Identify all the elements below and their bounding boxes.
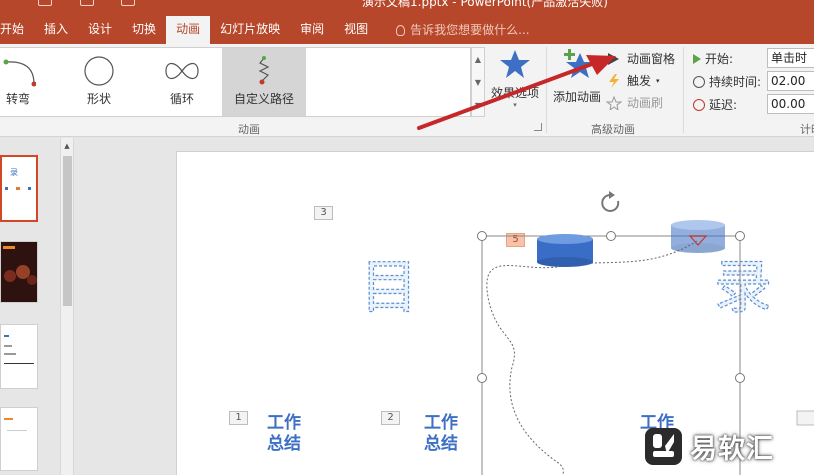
resize-handle[interactable]: [477, 231, 487, 241]
gallery-label: 循环: [169, 92, 194, 106]
tab-slideshow[interactable]: 幻灯片放映: [210, 16, 290, 44]
redo-icon[interactable]: [38, 0, 52, 6]
dialog-launcher-icon[interactable]: [534, 123, 542, 131]
tab-view[interactable]: 视图: [334, 16, 378, 44]
resize-handle[interactable]: [477, 373, 487, 383]
gallery-item-custom-path[interactable]: 自定义路径: [222, 48, 306, 116]
loop-path-icon: [165, 62, 199, 80]
tab-transitions[interactable]: 切换: [122, 16, 166, 44]
duration-input[interactable]: 02.00: [767, 71, 814, 91]
gallery-label: 转弯: [5, 92, 30, 106]
gallery-item-loop[interactable]: 循环: [142, 48, 222, 116]
start-select[interactable]: 单击时: [767, 48, 814, 68]
thumbnail-preview: [4, 335, 34, 364]
watermark: 易软汇: [645, 426, 774, 466]
scrollbar-thumb[interactable]: [63, 156, 72, 306]
custom-path-icon: [258, 56, 270, 85]
resize-handle[interactable]: [735, 231, 745, 241]
cylinder-shape[interactable]: [537, 234, 593, 267]
add-animation-button[interactable]: 添加动画: [551, 48, 603, 105]
window-title: 演示文稿1.pptx - PowerPoint(产品激活失败): [362, 0, 608, 9]
trigger-label: 触发: [627, 74, 652, 88]
gallery-item-turn[interactable]: 转弯: [0, 48, 58, 116]
star-icon: [500, 50, 530, 78]
gallery-item-shape[interactable]: 形状: [59, 48, 139, 116]
delay-row: 延迟:: [693, 96, 737, 113]
animation-painter-icon: [606, 95, 622, 110]
lightning-icon: [609, 73, 619, 88]
animation-painter-label: 动画刷: [627, 96, 664, 110]
thumbnail-preview: [4, 418, 27, 431]
animation-pane-icon: [608, 52, 619, 65]
scroll-up-icon[interactable]: ▲: [61, 142, 73, 150]
watermark-text: 易软汇: [690, 433, 774, 465]
animation-painter-button[interactable]: 动画刷: [606, 94, 663, 111]
tab-home[interactable]: 开始: [0, 16, 34, 44]
group-label-animation: 动画: [238, 123, 260, 136]
title-left-char[interactable]: 目: [359, 252, 418, 321]
tab-animations[interactable]: 动画: [166, 16, 211, 44]
group-divider: [683, 47, 684, 133]
group-divider: [546, 47, 547, 133]
title-bar: 演示文稿1.pptx - PowerPoint(产品激活失败) 开始 插入 设计…: [0, 0, 814, 44]
duration-label: 持续时间:: [709, 75, 762, 89]
trigger-button[interactable]: 触发 ▾: [606, 72, 660, 89]
play-icon: [693, 53, 701, 64]
chevron-down-icon: ▾: [656, 76, 660, 85]
slide-thumbnail-2[interactable]: [0, 241, 38, 303]
duration-row: 持续时间:: [693, 73, 761, 90]
add-animation-label: 添加动画: [552, 90, 601, 104]
tab-review[interactable]: 审阅: [290, 16, 334, 44]
gallery-label: 形状: [86, 92, 111, 106]
slide-thumbnail-pane: 录: [0, 138, 60, 475]
print-preview-icon[interactable]: [121, 0, 135, 6]
add-star-icon: [564, 49, 594, 78]
delay-clock-icon: [693, 98, 705, 111]
slide-thumbnail-1[interactable]: 录: [0, 155, 38, 222]
gallery-label: 自定义路径: [233, 92, 294, 106]
thumbnail-scrollbar[interactable]: ▲: [60, 138, 74, 475]
svg-text:录: 录: [10, 168, 18, 177]
scroll-up-icon[interactable]: ▲: [472, 48, 484, 71]
lightbulb-icon: [396, 24, 406, 36]
animation-gallery: 转弯 形状 循环 自定义路径: [0, 47, 471, 117]
chevron-down-icon: ▾: [513, 101, 517, 109]
start-row: 开始:: [693, 50, 733, 67]
delay-label: 延迟:: [709, 98, 738, 112]
item-text-1[interactable]: 工作总结: [267, 412, 301, 454]
expand-gallery-icon[interactable]: ▼: [472, 94, 484, 117]
gallery-scrollbar[interactable]: ▲ ▼ ▼: [471, 47, 485, 117]
group-label-advanced: 高级动画: [591, 123, 635, 136]
delay-input[interactable]: 00.00: [767, 94, 814, 114]
tell-me-placeholder: 告诉我您想要做什么...: [410, 22, 530, 37]
thumbnail-preview: 录: [5, 168, 31, 190]
title-right-char[interactable]: 录: [713, 252, 772, 321]
slide-thumbnail-3[interactable]: [0, 324, 38, 389]
resize-handle[interactable]: [606, 231, 616, 241]
tell-me-box[interactable]: 告诉我您想要做什么...: [378, 16, 530, 44]
tab-design[interactable]: 设计: [78, 16, 122, 44]
scroll-down-icon[interactable]: ▼: [472, 71, 484, 94]
animation-pane-label: 动画窗格: [627, 52, 676, 66]
tab-insert[interactable]: 插入: [34, 16, 78, 44]
shape-path-icon: [84, 56, 114, 86]
rotate-handle-icon[interactable]: [601, 191, 620, 212]
effect-options-label: 效果选项: [490, 86, 539, 100]
ribbon-tabs: 开始 插入 设计 切换 动画 幻灯片放映 审阅 视图 告诉我您想要做什么...: [0, 16, 530, 44]
touch-mode-icon[interactable]: [80, 0, 94, 6]
clock-icon: [693, 75, 705, 88]
item-text-2[interactable]: 工作总结: [424, 412, 458, 454]
slide-thumbnail-4[interactable]: [0, 407, 38, 471]
effect-options-button[interactable]: 效果选项 ▾: [489, 48, 541, 109]
animation-tag[interactable]: [796, 410, 814, 426]
watermark-logo-icon: [645, 427, 682, 465]
thumbnail-photo: [1, 242, 37, 302]
start-label: 开始:: [705, 52, 734, 66]
resize-handle[interactable]: [735, 373, 745, 383]
turn-path-icon: [3, 59, 36, 87]
ribbon: 转弯 形状 循环 自定义路径 ▲ ▼ ▼ 效果选项 ▾ 动画 添加动画 动画窗格…: [0, 44, 814, 137]
group-label-timing: 计时: [800, 123, 814, 136]
animation-pane-button[interactable]: 动画窗格: [606, 50, 675, 67]
logo-shape: [653, 433, 674, 457]
